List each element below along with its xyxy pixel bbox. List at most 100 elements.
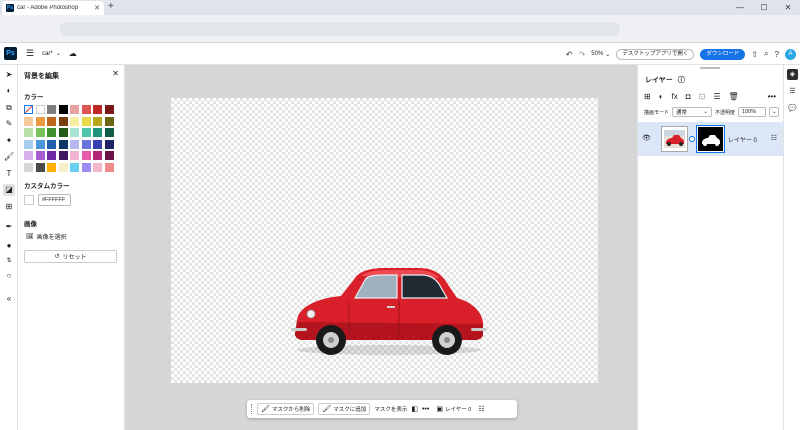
color-swatch[interactable] bbox=[58, 151, 68, 160]
info-icon[interactable]: ⓘ bbox=[678, 75, 685, 85]
layer-thumbnail[interactable] bbox=[661, 126, 688, 152]
canvas-area[interactable]: 🖌 マスクから削除 🖌 マスクに追加 マスクを表示 ◧ ••• ▣ レイヤー 0… bbox=[125, 65, 637, 430]
minimize-button[interactable]: — bbox=[728, 0, 752, 15]
color-swatch[interactable] bbox=[70, 128, 79, 137]
color-swatch[interactable] bbox=[104, 139, 114, 149]
select-image-button[interactable]: 🖼 画像を選択 bbox=[26, 232, 67, 241]
color-swatch[interactable] bbox=[93, 128, 102, 137]
document-canvas[interactable] bbox=[171, 98, 598, 383]
fx-icon[interactable]: fx bbox=[672, 92, 678, 101]
color-swatch[interactable] bbox=[47, 151, 56, 160]
color-swatch[interactable] bbox=[93, 105, 102, 114]
color-swatch[interactable] bbox=[35, 128, 45, 137]
color-swatch[interactable] bbox=[24, 151, 33, 160]
color-swatch[interactable] bbox=[104, 116, 114, 126]
clip-icon[interactable]: ⊡ bbox=[699, 92, 706, 101]
color-swatch[interactable] bbox=[35, 105, 45, 114]
layers-panel-icon[interactable]: ◈ bbox=[787, 69, 798, 80]
eyedropper-icon[interactable]: ✒ bbox=[3, 221, 15, 233]
move-tool-icon[interactable]: ➤ bbox=[3, 69, 15, 81]
address-bar[interactable] bbox=[60, 22, 620, 36]
color-swatch[interactable] bbox=[35, 139, 45, 149]
hex-input[interactable]: #FFFFFF bbox=[38, 194, 71, 206]
panel-grab-handle[interactable] bbox=[700, 67, 720, 69]
brush-tool-icon[interactable]: 🖌 bbox=[3, 151, 15, 163]
color-swatch[interactable] bbox=[58, 139, 68, 149]
adjustment-icon[interactable]: ◐ bbox=[659, 92, 664, 101]
mask-icon[interactable]: ◘ bbox=[686, 92, 691, 101]
color-swatch[interactable] bbox=[93, 139, 102, 149]
color-swatch[interactable] bbox=[104, 151, 114, 160]
color-swatch[interactable] bbox=[93, 151, 102, 160]
more-icon[interactable]: ••• bbox=[422, 406, 429, 413]
zoom-select[interactable]: 50% ⌄ bbox=[591, 51, 610, 58]
color-swatch[interactable] bbox=[24, 105, 33, 114]
undo-icon[interactable]: ↶ bbox=[566, 50, 573, 59]
layer-name[interactable]: レイヤー 0 bbox=[728, 135, 757, 144]
custom-color-chip[interactable] bbox=[24, 195, 34, 205]
crop-tool-icon[interactable]: ⧉ bbox=[3, 102, 15, 114]
color-swatch[interactable] bbox=[104, 105, 114, 114]
maximize-button[interactable]: ☐ bbox=[752, 0, 776, 15]
document-name[interactable]: car* ⌄ bbox=[42, 50, 61, 58]
spot-heal-icon[interactable]: ✎ bbox=[3, 118, 15, 130]
foreground-color-icon[interactable]: ● bbox=[3, 240, 15, 252]
swap-colors-icon[interactable]: ⇅ bbox=[3, 255, 15, 267]
color-swatch[interactable] bbox=[93, 162, 102, 172]
type-tool-icon[interactable]: T bbox=[3, 168, 15, 180]
color-swatch[interactable] bbox=[47, 139, 56, 149]
download-button[interactable]: ダウンロード bbox=[700, 48, 746, 60]
color-swatch[interactable] bbox=[47, 116, 56, 126]
menu-icon[interactable]: ☰ bbox=[26, 48, 34, 59]
more-icon[interactable]: ••• bbox=[768, 92, 776, 101]
color-swatch[interactable] bbox=[58, 162, 68, 172]
color-swatch[interactable] bbox=[58, 105, 68, 114]
new-tab-button[interactable]: + bbox=[108, 1, 114, 12]
magic-wand-icon[interactable]: ✦ bbox=[3, 135, 15, 147]
cloud-icon[interactable]: ☁ bbox=[69, 49, 77, 58]
color-swatch[interactable] bbox=[47, 128, 56, 137]
blend-mode-select[interactable]: 通常 ⌄ bbox=[672, 107, 712, 117]
color-swatch[interactable] bbox=[104, 128, 114, 137]
background-color-icon[interactable]: ○ bbox=[3, 270, 15, 282]
color-swatch[interactable] bbox=[35, 116, 45, 126]
color-swatch[interactable] bbox=[81, 128, 91, 137]
color-swatch[interactable] bbox=[24, 116, 33, 126]
color-swatch[interactable] bbox=[81, 105, 91, 114]
selection-brush-icon[interactable]: ◐ bbox=[3, 85, 15, 97]
open-desktop-button[interactable]: デスクトップアプリで開く bbox=[616, 48, 695, 60]
redo-icon[interactable]: ↷ bbox=[579, 50, 586, 59]
opacity-dropdown[interactable]: ⌄ bbox=[769, 107, 780, 117]
color-swatch[interactable] bbox=[35, 151, 45, 160]
show-mask-button[interactable]: マスクを表示 bbox=[374, 405, 407, 413]
color-swatch[interactable] bbox=[81, 151, 91, 160]
photoshop-logo[interactable]: Ps bbox=[4, 47, 17, 60]
visibility-icon[interactable]: 👁 bbox=[642, 134, 651, 142]
comments-panel-icon[interactable]: 💬 bbox=[787, 103, 798, 114]
color-swatch[interactable] bbox=[58, 128, 68, 137]
settings-icon[interactable]: ☷ bbox=[478, 405, 484, 413]
add-image-icon[interactable]: ⊞ bbox=[3, 201, 15, 213]
color-swatch[interactable] bbox=[70, 151, 79, 160]
add-to-mask-button[interactable]: 🖌 マスクに追加 bbox=[318, 403, 371, 415]
opacity-input[interactable]: 100% bbox=[738, 107, 767, 117]
layer-mask-thumbnail[interactable] bbox=[696, 125, 725, 153]
color-swatch[interactable] bbox=[70, 105, 79, 114]
reset-button[interactable]: ↺ リセット bbox=[24, 250, 117, 263]
color-swatch[interactable] bbox=[93, 116, 102, 126]
avatar[interactable]: A bbox=[785, 48, 796, 60]
color-swatch[interactable] bbox=[81, 139, 91, 149]
color-swatch[interactable] bbox=[104, 162, 114, 172]
trash-icon[interactable]: 🗑 bbox=[729, 92, 739, 101]
layer-row[interactable]: 👁 レイヤー 0 ☷ bbox=[638, 122, 783, 156]
color-swatch[interactable] bbox=[81, 162, 91, 172]
close-icon[interactable]: ✕ bbox=[112, 69, 119, 78]
drag-handle[interactable] bbox=[251, 404, 253, 414]
invert-mask-icon[interactable]: ◧ bbox=[411, 405, 418, 413]
color-swatch[interactable] bbox=[24, 139, 33, 149]
color-swatch[interactable] bbox=[81, 116, 91, 126]
add-layer-icon[interactable]: ⊞ bbox=[644, 92, 651, 101]
browser-tab[interactable]: Ps car - Adobe Photoshop ✕ bbox=[2, 1, 104, 15]
help-icon[interactable]: ? bbox=[775, 50, 779, 59]
mask-link-icon[interactable] bbox=[689, 136, 695, 142]
